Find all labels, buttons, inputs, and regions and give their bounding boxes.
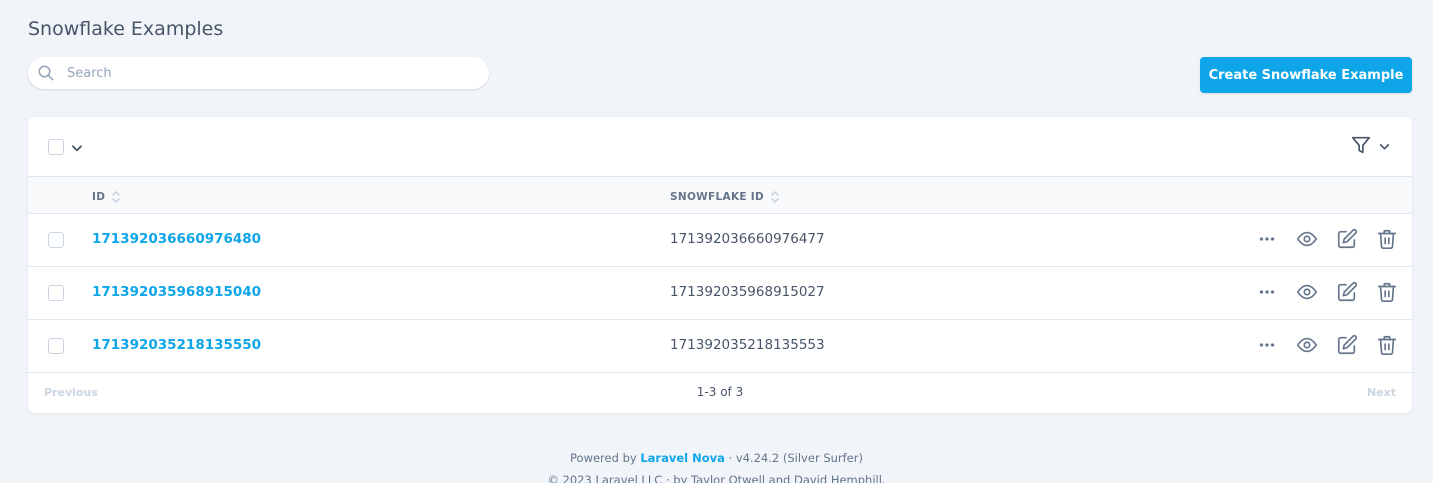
more-actions-icon[interactable] xyxy=(1256,281,1280,305)
select-all-checkbox[interactable] xyxy=(48,139,64,155)
view-eye-icon[interactable] xyxy=(1296,334,1320,358)
laravel-nova-link[interactable]: Laravel Nova xyxy=(640,451,725,465)
table-header: ID SNOWFLAKE ID xyxy=(28,177,1412,214)
search-input[interactable] xyxy=(67,58,467,88)
filter-button[interactable] xyxy=(1350,135,1400,159)
footer: Powered by Laravel Nova · v4.24.2 (Silve… xyxy=(0,447,1433,483)
edit-pencil-icon[interactable] xyxy=(1336,334,1360,358)
delete-trash-icon[interactable] xyxy=(1376,281,1400,305)
powered-by-prefix: Powered by xyxy=(570,451,637,465)
row-checkbox[interactable] xyxy=(48,285,64,301)
resource-table-card: ID SNOWFLAKE ID 171392036660976480 17139… xyxy=(28,117,1412,413)
resource-id-link[interactable]: 171392036660976480 xyxy=(92,231,261,247)
copyright-text: © 2023 Laravel LLC · by Taylor Otwell an… xyxy=(547,473,886,483)
sort-icon xyxy=(770,189,780,205)
resource-id-link[interactable]: 171392035218135550 xyxy=(92,337,261,353)
create-snowflake-example-button[interactable]: Create Snowflake Example xyxy=(1200,57,1412,93)
view-eye-icon[interactable] xyxy=(1296,228,1320,252)
delete-trash-icon[interactable] xyxy=(1376,334,1400,358)
pagination: Previous 1-3 of 3 Next xyxy=(28,373,1412,412)
table-row: 171392035968915040 171392035968915027 xyxy=(28,267,1412,320)
table-row: 171392035218135550 171392035218135553 xyxy=(28,320,1412,373)
filter-icon xyxy=(1350,134,1372,160)
more-actions-icon[interactable] xyxy=(1256,334,1280,358)
search-bar[interactable] xyxy=(28,57,489,89)
view-eye-icon[interactable] xyxy=(1296,281,1320,305)
delete-trash-icon[interactable] xyxy=(1376,228,1400,252)
column-header-label: ID xyxy=(92,191,106,203)
page: Snowflake Examples Create Snowflake Exam… xyxy=(0,0,1433,483)
snowflake-id-value: 171392036660976477 xyxy=(670,231,825,247)
search-icon xyxy=(37,64,55,82)
next-page-button[interactable]: Next xyxy=(1367,386,1396,399)
version-text: · v4.24.2 (Silver Surfer) xyxy=(728,451,863,465)
snowflake-id-value: 171392035968915027 xyxy=(670,284,825,300)
edit-pencil-icon[interactable] xyxy=(1336,228,1360,252)
more-actions-icon[interactable] xyxy=(1256,228,1280,252)
page-title: Snowflake Examples xyxy=(28,18,224,40)
resource-id-link[interactable]: 171392035968915040 xyxy=(92,284,261,300)
pagination-summary: 1-3 of 3 xyxy=(696,385,744,399)
row-checkbox[interactable] xyxy=(48,232,64,248)
column-header-snowflake-id[interactable]: SNOWFLAKE ID xyxy=(670,189,780,205)
powered-by-line: Powered by Laravel Nova · v4.24.2 (Silve… xyxy=(0,447,1433,469)
column-header-label: SNOWFLAKE ID xyxy=(670,191,765,203)
filter-chevron-down-icon xyxy=(1378,138,1391,157)
column-header-id[interactable]: ID xyxy=(92,189,121,205)
snowflake-id-value: 171392035218135553 xyxy=(670,337,825,353)
select-all-chevron-down-icon[interactable] xyxy=(70,140,84,154)
edit-pencil-icon[interactable] xyxy=(1336,281,1360,305)
sort-icon xyxy=(111,189,121,205)
row-checkbox[interactable] xyxy=(48,338,64,354)
table-row: 171392036660976480 171392036660976477 xyxy=(28,214,1412,267)
table-toolbar xyxy=(28,117,1412,177)
